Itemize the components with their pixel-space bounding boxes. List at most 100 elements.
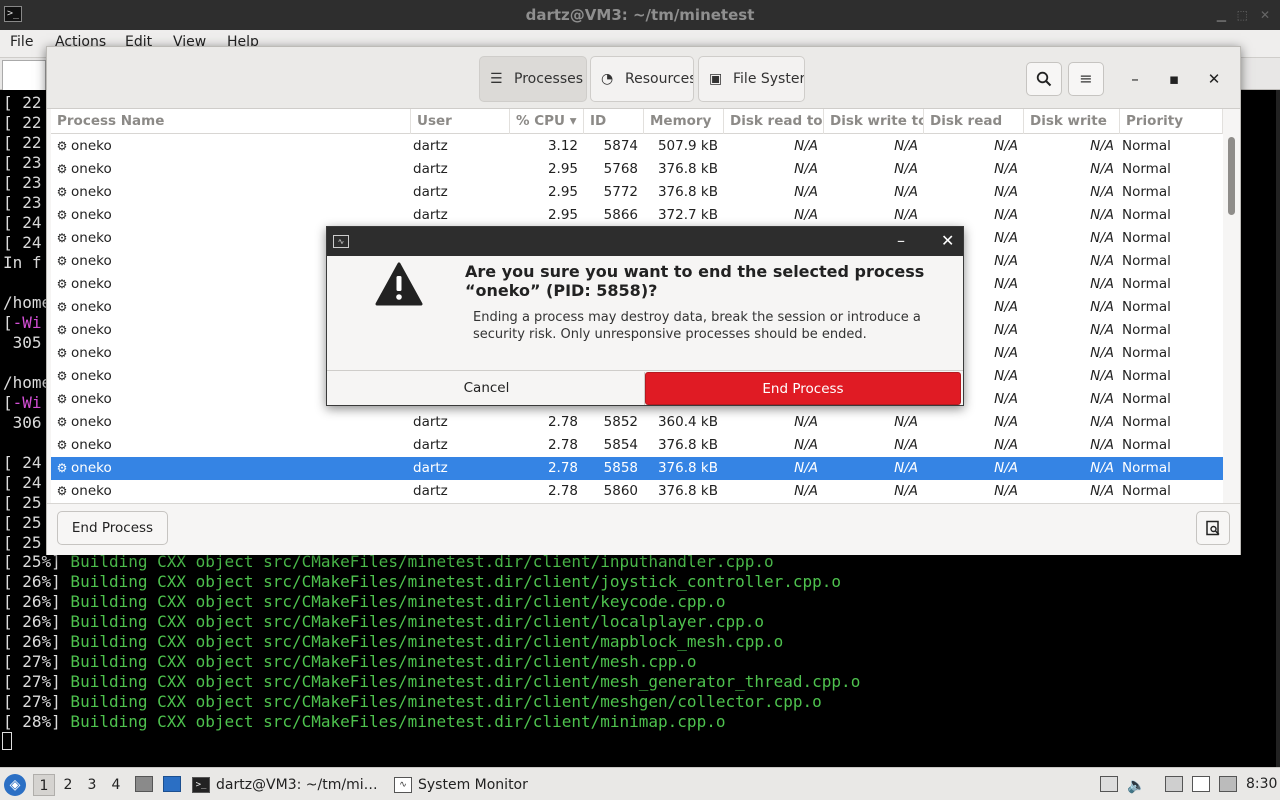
- file-manager-icon[interactable]: [135, 776, 153, 792]
- task-terminal[interactable]: >_ dartz@VM3: ~/tm/mi…: [190, 772, 386, 798]
- col-process-name[interactable]: Process Name: [51, 109, 411, 134]
- clipboard-icon[interactable]: [1100, 776, 1118, 792]
- col-cpu[interactable]: % CPU ▾: [510, 109, 584, 134]
- col-disk-write[interactable]: Disk write: [1024, 109, 1120, 134]
- column-label: Disk write: [1030, 113, 1107, 129]
- table-row[interactable]: ⚙ oneko dartz 2.78 5852 360.4 kB N/A N/A N/A N/A N…: [51, 411, 1223, 434]
- cell-dwr: N/A: [1090, 207, 1114, 223]
- workspace-4[interactable]: 4: [105, 774, 127, 796]
- end-process-button[interactable]: End Process: [57, 511, 168, 545]
- scrollbar-thumb[interactable]: [1228, 137, 1235, 215]
- menu-file[interactable]: File: [10, 34, 33, 50]
- terminal-tab[interactable]: [2, 60, 46, 90]
- process-table-scrollbar[interactable]: [1223, 109, 1239, 503]
- terminal-line: 305: [3, 333, 42, 352]
- confirm-end-process-button[interactable]: End Process: [645, 372, 961, 405]
- terminal-line: [-Wi: [3, 393, 42, 412]
- table-row[interactable]: ⚙ oneko dartz 2.95 5768 376.8 kB N/A N/A N/A N/A N…: [51, 158, 1223, 181]
- build-line: [ 26%] Building CXX object src/CMakeFile…: [3, 572, 841, 592]
- terminal-line: [ 23: [3, 193, 42, 212]
- dialog-close-icon[interactable]: ✕: [941, 231, 954, 250]
- terminal-scrollbar[interactable]: [1276, 90, 1280, 767]
- properties-icon: [1206, 520, 1220, 536]
- terminal-close-icon[interactable]: ✕: [1260, 8, 1270, 22]
- build-text: Building CXX object src/CMakeFiles/minet…: [60, 712, 726, 731]
- column-label: Disk write to: [830, 113, 924, 129]
- col-user[interactable]: User: [411, 109, 510, 134]
- table-row[interactable]: ⚙ oneko dartz 2.78 5854 376.8 kB N/A N/A N/A N/A N…: [51, 434, 1223, 457]
- col-disk-read-total[interactable]: Disk read to: [724, 109, 824, 134]
- maximize-button[interactable]: ▪: [1162, 67, 1186, 91]
- search-button[interactable]: [1026, 62, 1062, 96]
- dialog-minimize-icon[interactable]: –: [897, 231, 905, 250]
- table-row[interactable]: ⚙ oneko dartz 2.95 5772 376.8 kB N/A N/A N/A N/A N…: [51, 181, 1223, 204]
- list-icon: ☰: [490, 71, 503, 87]
- minimize-button[interactable]: –: [1123, 67, 1147, 91]
- cell-id: 5772: [603, 184, 638, 200]
- network-icon[interactable]: [1165, 776, 1183, 792]
- process-name: oneko: [71, 184, 112, 200]
- minimize-icon: –: [1131, 70, 1139, 88]
- process-icon: ⚙: [56, 300, 68, 314]
- close-button[interactable]: ✕: [1202, 67, 1226, 91]
- cancel-button[interactable]: Cancel: [329, 372, 645, 405]
- col-priority[interactable]: Priority: [1120, 109, 1223, 134]
- col-memory[interactable]: Memory: [644, 109, 724, 134]
- cell-user: dartz: [413, 161, 448, 177]
- main-menu-button[interactable]: ≡: [1068, 62, 1104, 96]
- properties-button[interactable]: [1196, 511, 1230, 545]
- build-text: Building CXX object src/CMakeFiles/minet…: [60, 652, 697, 671]
- cell-dr: N/A: [794, 138, 818, 154]
- cell-dwr: N/A: [1090, 138, 1114, 154]
- terminal-icon: >_: [192, 777, 210, 793]
- table-row-selected[interactable]: ⚙ oneko dartz 2.78 5858 376.8 kB N/A N/A N/A N/A N…: [51, 457, 1223, 480]
- tab-processes[interactable]: ☰ Processes: [479, 56, 587, 102]
- workspace-1[interactable]: 1: [33, 774, 55, 796]
- terminal-minimize-icon[interactable]: ▁: [1217, 8, 1226, 22]
- tab-resources[interactable]: ◔ Resources: [590, 56, 694, 102]
- tab-file-systems[interactable]: ▣ File Syster: [698, 56, 805, 102]
- process-name: oneko: [71, 437, 112, 453]
- build-line: [ 26%] Building CXX object src/CMakeFile…: [3, 632, 783, 652]
- cell-dwr: N/A: [1090, 230, 1114, 246]
- power-icon[interactable]: [1219, 776, 1237, 792]
- process-icon: ⚙: [56, 461, 68, 475]
- cell-mem: 376.8 kB: [657, 184, 718, 200]
- cell-user: dartz: [413, 483, 448, 499]
- cell-dwr: N/A: [1090, 414, 1114, 430]
- table-row[interactable]: ⚙ oneko dartz 3.12 5874 507.9 kB N/A N/A N/A N/A N…: [51, 135, 1223, 158]
- col-disk-read[interactable]: Disk read: [924, 109, 1024, 134]
- terminal-restore-icon[interactable]: ⬚: [1237, 8, 1248, 22]
- workspace-3[interactable]: 3: [81, 774, 103, 796]
- build-percent: [ 27%]: [3, 652, 61, 671]
- cell-dwr: N/A: [1090, 161, 1114, 177]
- table-row[interactable]: ⚙ oneko dartz 2.95 5866 372.7 kB N/A N/A N/A N/A N…: [51, 204, 1223, 227]
- cell-dwr: N/A: [1090, 276, 1114, 292]
- disk-icon: ▣: [709, 71, 723, 87]
- process-icon: ⚙: [56, 277, 68, 291]
- table-row[interactable]: ⚙ oneko dartz 2.78 5860 376.8 kB N/A N/A N/A N/A N…: [51, 480, 1223, 503]
- dialog-app-icon: ∿: [333, 235, 349, 248]
- notes-icon[interactable]: [1192, 776, 1210, 792]
- terminal-titlebar: >_ dartz@VM3: ~/tm/minetest ▁ ⬚ ✕: [0, 0, 1280, 30]
- start-menu-button[interactable]: ◈: [4, 774, 26, 796]
- process-name: oneko: [71, 161, 112, 177]
- task-terminal-label: dartz@VM3: ~/tm/mi…: [216, 777, 378, 793]
- desktop-icon[interactable]: [163, 776, 181, 792]
- cell-prio: Normal: [1122, 230, 1171, 246]
- terminal-line: [ 24: [3, 233, 42, 252]
- column-label: % CPU: [516, 113, 565, 129]
- cell-dwr: N/A: [1090, 437, 1114, 453]
- clock[interactable]: 8:30: [1246, 776, 1277, 792]
- system-monitor-headerbar: ☰ Processes ◔ Resources ▣ File Syster ≡ …: [47, 47, 1240, 109]
- cell-cpu: 2.78: [547, 414, 578, 430]
- cell-drr: N/A: [994, 184, 1018, 200]
- col-id[interactable]: ID: [584, 109, 644, 134]
- workspace-2[interactable]: 2: [57, 774, 79, 796]
- warning-icon: [375, 262, 423, 306]
- tab-resources-label: Resources: [625, 71, 694, 87]
- terminal-line: [ 22: [3, 93, 42, 112]
- task-system-monitor[interactable]: ∿ System Monitor: [392, 772, 542, 798]
- col-disk-write-total[interactable]: Disk write to: [824, 109, 924, 134]
- volume-icon[interactable]: 🔈: [1127, 776, 1146, 794]
